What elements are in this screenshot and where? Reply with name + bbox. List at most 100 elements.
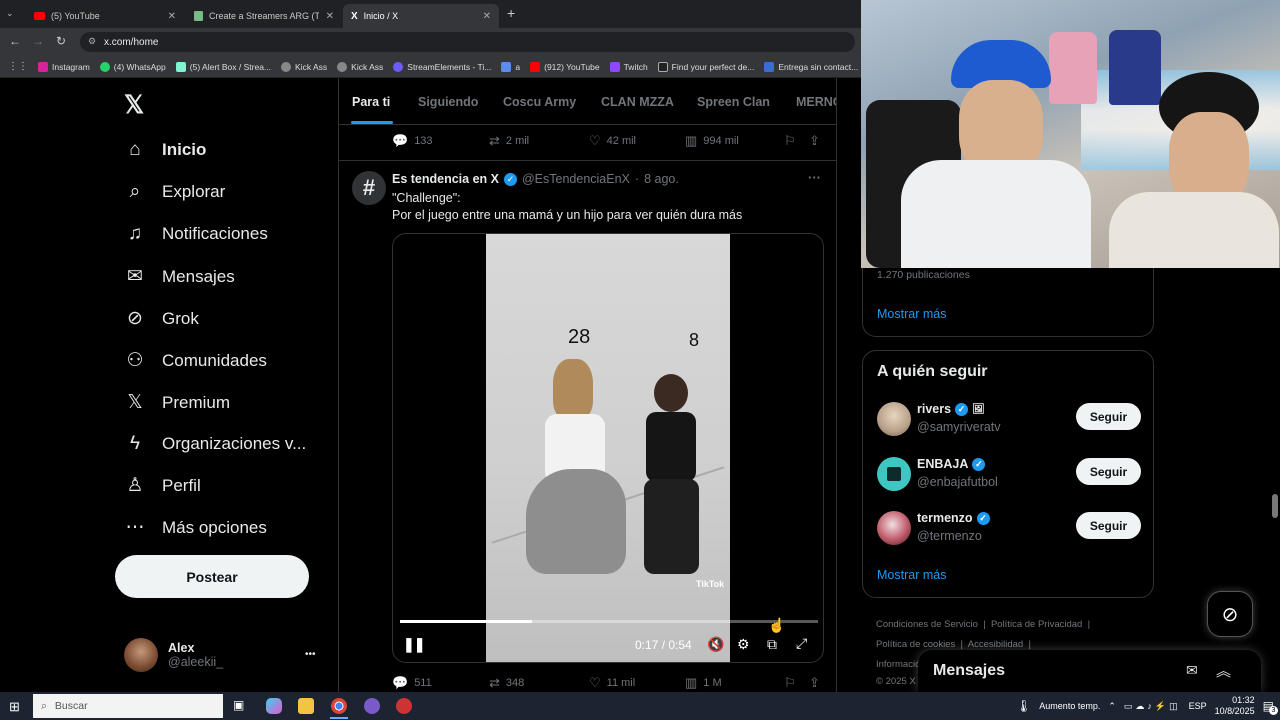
tweet-avatar[interactable]: # (352, 171, 386, 205)
sidebar-item-perfil[interactable]: ♙ Perfil (124, 474, 200, 497)
language-indicator[interactable]: ESP (1189, 701, 1207, 711)
copilot-icon[interactable] (266, 698, 282, 714)
follow-button[interactable]: Seguir (1076, 512, 1141, 539)
obs-icon[interactable] (364, 698, 380, 714)
settings-icon[interactable]: ⚙ (737, 636, 750, 653)
apps-icon[interactable]: ⋮⋮ (8, 61, 28, 72)
share-icon[interactable]: ⇪ (809, 675, 820, 691)
browser-tab-x-home[interactable]: X Inicio / X ✕ (343, 4, 499, 28)
share-icon[interactable]: ⇪ (809, 133, 820, 149)
file-explorer-icon[interactable] (298, 698, 314, 714)
reply-button[interactable]: 💬 133 (392, 133, 433, 149)
tab-spreen-clan[interactable]: Spreen Clan (697, 95, 770, 109)
weather-text[interactable]: Aumento temp. (1039, 701, 1100, 711)
bookmark-find-perfect[interactable]: Find your perfect de... (657, 61, 754, 72)
follow-button[interactable]: Seguir (1076, 458, 1141, 485)
back-icon[interactable]: ← (9, 34, 21, 48)
sidebar-item-inicio[interactable]: ⌂ Inicio (124, 139, 206, 161)
bookmark-youtube[interactable]: (912) YouTube (530, 61, 600, 72)
tab-para-ti[interactable]: Para ti (352, 95, 390, 109)
tab-coscu-army[interactable]: Coscu Army (503, 95, 576, 109)
video-player[interactable]: 28 8 TikTok ❚❚ 0:17 / 0:54 🔇 ⚙ ⧉ ⤢ ☝ (392, 233, 824, 663)
sidebar-item-comunidades[interactable]: ⚇ Comunidades (124, 349, 266, 372)
weather-icon[interactable]: 🌡 (1016, 699, 1031, 713)
chevron-up-icon[interactable]: ⌃ (1108, 701, 1116, 712)
close-icon[interactable]: ✕ (483, 11, 491, 22)
new-tab-button[interactable]: + (507, 5, 515, 21)
views-button[interactable]: ▥ 994 mil (685, 133, 739, 149)
close-icon[interactable]: ✕ (326, 11, 334, 22)
post-button[interactable]: Postear (115, 555, 309, 598)
bookmark-a[interactable]: a (501, 61, 520, 72)
pause-icon[interactable]: ❚❚ (403, 636, 425, 653)
sidebar-item-organizaciones[interactable]: ϟ Organizaciones v... (124, 433, 306, 455)
show-more-trends-link[interactable]: Mostrar más (877, 307, 946, 321)
reply-button[interactable]: 💬 511 (392, 675, 432, 691)
close-icon[interactable]: ✕ (168, 11, 176, 22)
bookmark-instagram[interactable]: Instagram (38, 61, 90, 72)
bookmark-twitch[interactable]: Twitch (609, 61, 648, 72)
follow-suggestion[interactable]: rivers ✓ 🖼 @samyriveratv Seguir (877, 400, 1141, 440)
follow-button[interactable]: Seguir (1076, 403, 1141, 430)
chrome-icon[interactable] (331, 698, 347, 714)
like-button[interactable]: ♡ 42 mil (589, 133, 636, 149)
tweet-more-icon[interactable]: ··· (808, 170, 821, 185)
browser-tab-youtube[interactable]: (5) YouTube ✕ (26, 4, 184, 28)
sidebar-item-notificaciones[interactable]: ♫ Notificaciones (124, 223, 268, 245)
reload-icon[interactable]: ↻ (56, 34, 66, 48)
notification-center[interactable]: ▤ 3 (1263, 699, 1278, 715)
follow-suggestion[interactable]: ENBAJA ✓ @enbajafutbol Seguir (877, 455, 1141, 495)
tab-search-icon[interactable]: ⌄ (6, 8, 14, 19)
account-switcher[interactable]: Alex @aleekii_ (124, 638, 223, 672)
sidebar-item-explorar[interactable]: ⌕ Explorar (124, 181, 226, 203)
video-progress-bar[interactable] (400, 620, 818, 623)
tweet-author-name[interactable]: Es tendencia en X (392, 172, 499, 186)
accessibility-link[interactable]: Accesibilidad (968, 639, 1023, 650)
cookies-link[interactable]: Política de cookies (876, 639, 955, 650)
fullscreen-icon[interactable]: ⤢ (796, 635, 807, 652)
windows-start-icon[interactable]: ⊞ (9, 699, 20, 715)
tweet-author-handle[interactable]: @EsTendenciaEnX (522, 172, 630, 186)
tab-clan-mzza[interactable]: CLAN MZZA (601, 95, 674, 109)
url-input[interactable]: ⚙ x.com/home (80, 32, 855, 52)
task-view-icon[interactable]: ▣ (233, 698, 244, 712)
site-info-icon[interactable]: ⚙ (88, 36, 96, 47)
new-message-icon[interactable]: ✉ (1186, 662, 1198, 679)
tweet-date[interactable]: 8 ago. (644, 172, 679, 186)
tab-merno[interactable]: MERNO (796, 95, 836, 109)
follow-suggestion[interactable]: termenzo ✓ @termenzo Seguir (877, 509, 1141, 549)
bookmark-streamelements[interactable]: StreamElements - Ti... (393, 61, 491, 72)
pip-icon[interactable]: ⧉ (767, 636, 777, 653)
sidebar-item-mensajes[interactable]: ✉ Mensajes (124, 265, 235, 288)
bookmark-alert-box[interactable]: (5) Alert Box / Strea... (175, 61, 271, 72)
terms-link[interactable]: Condiciones de Servicio (876, 619, 978, 630)
forward-icon[interactable]: → (32, 34, 44, 48)
sidebar-item-grok[interactable]: ⊘ Grok (124, 307, 199, 330)
bookmark-entrega[interactable]: Entrega sin contact... (764, 61, 858, 72)
browser-tab-twitch-arg[interactable]: Create a Streamers ARG (Twitch ✕ (186, 4, 342, 28)
mute-icon[interactable]: 🔇 (707, 636, 724, 653)
bookmark-icon[interactable]: ⚐ (784, 675, 796, 691)
page-scrollbar[interactable] (1272, 494, 1278, 518)
messages-drawer[interactable]: Mensajes ✉ ︽ (918, 650, 1261, 692)
clock[interactable]: 01:32 10/8/2025 (1215, 695, 1255, 717)
privacy-link[interactable]: Política de Privacidad (991, 619, 1082, 630)
tray-icons[interactable]: ▭☁♪⚡◫ (1124, 701, 1181, 712)
bookmark-kick-ass-2[interactable]: Kick Ass (337, 61, 383, 72)
sidebar-item-premium[interactable]: 𝕏 Premium (124, 391, 230, 414)
streaming-app-icon[interactable] (396, 698, 412, 714)
bookmark-whatsapp[interactable]: (4) WhatsApp (99, 61, 166, 72)
bookmark-icon[interactable]: ⚐ (784, 133, 796, 149)
taskbar-search-input[interactable]: ⌕ Buscar (33, 694, 223, 718)
repost-button[interactable]: ⇄ 2 mil (489, 133, 529, 149)
x-logo-icon[interactable]: 𝕏 (124, 90, 144, 120)
sidebar-item-mas-opciones[interactable]: ⋯ Más opciones (124, 516, 267, 539)
show-more-follow-link[interactable]: Mostrar más (877, 568, 946, 582)
more-icon[interactable]: ••• (305, 649, 316, 660)
grok-floating-button[interactable]: ⊘ (1207, 591, 1253, 637)
chevron-up-icon[interactable]: ︽ (1216, 660, 1231, 681)
like-button[interactable]: ♡ 11 mil (589, 675, 635, 691)
repost-button[interactable]: ⇄ 348 (489, 675, 524, 691)
tab-siguiendo[interactable]: Siguiendo (418, 95, 478, 109)
info-link[interactable]: Informació (876, 659, 920, 670)
